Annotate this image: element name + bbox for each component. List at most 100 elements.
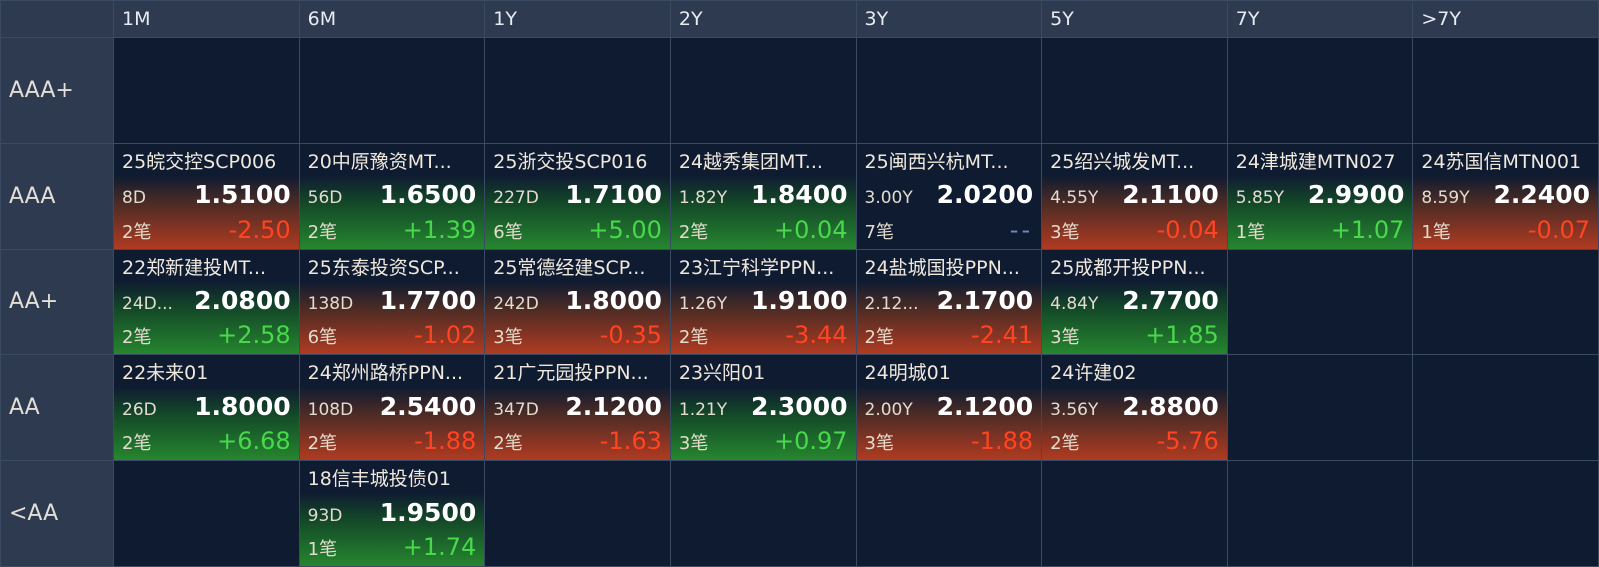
- bond-stats-line: 2笔 -2.41: [865, 321, 1034, 349]
- bond-card[interactable]: 25闽西兴杭MT... 3.00Y 2.0200 7笔 --: [856, 143, 1042, 249]
- bond-card[interactable]: 23江宁科学PPN... 1.26Y 1.9100 2笔 -3.44: [670, 249, 856, 355]
- bond-name: 25浙交投SCP016: [493, 150, 648, 173]
- bond-stats-line: 7笔 --: [865, 216, 1034, 244]
- bond-term: 24D...: [122, 293, 173, 314]
- matrix-cell[interactable]: 25绍兴城发MT... 4.55Y 2.1100 3笔 -0.04: [1042, 143, 1227, 249]
- bond-card[interactable]: 24明城01 2.00Y 2.1200 3笔 -1.88: [856, 355, 1042, 461]
- bond-card[interactable]: 25皖交控SCP006 8D 1.5100 2笔 -2.50: [114, 143, 299, 249]
- trade-count: 2笔: [307, 433, 338, 455]
- bond-price-line: 26D 1.8000: [122, 392, 291, 421]
- bond-card[interactable]: 24津城建MTN027 5.85Y 2.9900 1笔 +1.07: [1227, 143, 1413, 249]
- yield-change: -0.07: [1527, 215, 1590, 244]
- trade-count: 2笔: [864, 327, 894, 349]
- bond-card[interactable]: 24郑州路桥PPN... 108D 2.5400 2笔 -1.88: [299, 355, 485, 461]
- matrix-cell: [1227, 249, 1413, 355]
- trade-count: 3笔: [1050, 221, 1080, 243]
- row-header-4[interactable]: <AA: [1, 461, 113, 566]
- bond-card[interactable]: 21广元园投PPN... 347D 2.1200 2笔 -1.63: [485, 355, 670, 461]
- bond-term: 8D: [122, 188, 146, 209]
- yield-change: +0.04: [773, 215, 848, 244]
- bond-stats-line: 3笔 -0.04: [1050, 216, 1219, 244]
- bond-card[interactable]: 25东泰投资SCP... 138D 1.7700 6笔 -1.02: [299, 249, 485, 355]
- matrix-cell: [670, 461, 856, 566]
- bond-price-line: 2.12... 2.1700: [865, 286, 1034, 315]
- yield-change: -1.88: [414, 427, 477, 456]
- bond-term: 8.59Y: [1421, 188, 1470, 209]
- matrix-cell[interactable]: 22未来01 26D 1.8000 2笔 +6.68: [114, 355, 299, 461]
- matrix-cell[interactable]: 24郑州路桥PPN... 108D 2.5400 2笔 -1.88: [299, 355, 485, 461]
- row-header-2[interactable]: AA+: [1, 249, 113, 355]
- matrix-cell[interactable]: 25皖交控SCP006 8D 1.5100 2笔 -2.50: [114, 143, 299, 249]
- bond-name: 25常德经建SCP...: [493, 256, 646, 279]
- bond-yield: 1.5100: [194, 180, 291, 210]
- row-header-0[interactable]: AAA+: [1, 38, 113, 143]
- matrix-cell[interactable]: 24许建02 3.56Y 2.8800 2笔 -5.76: [1042, 355, 1227, 461]
- bond-card[interactable]: 24许建02 3.56Y 2.8800 2笔 -5.76: [1042, 355, 1227, 461]
- bond-price-line: 5.85Y 2.9900: [1236, 180, 1405, 209]
- matrix-cell[interactable]: 25成都开投PPN... 4.84Y 2.7700 3笔 +1.85: [1042, 249, 1227, 355]
- column-header-2[interactable]: 1Y: [485, 1, 670, 37]
- trade-count: 2笔: [678, 221, 709, 243]
- matrix-cell[interactable]: 25东泰投资SCP... 138D 1.7700 6笔 -1.02: [299, 249, 485, 355]
- matrix-cell[interactable]: 25闽西兴杭MT... 3.00Y 2.0200 7笔 --: [856, 143, 1042, 249]
- bond-term: 108D: [307, 399, 354, 420]
- bond-name: 25成都开投PPN...: [1050, 256, 1206, 279]
- row-header-3[interactable]: AA: [1, 355, 113, 461]
- bond-card[interactable]: 22郑新建投MT... 24D... 2.0800 2笔 +2.58: [114, 249, 299, 355]
- matrix-cell[interactable]: 21广元园投PPN... 347D 2.1200 2笔 -1.63: [485, 355, 670, 461]
- trade-count: 2笔: [307, 221, 338, 243]
- trade-count: 2笔: [1050, 433, 1080, 455]
- matrix-cell: [856, 461, 1042, 566]
- column-header-1[interactable]: 6M: [299, 1, 485, 37]
- bond-price-line: 1.82Y 1.8400: [679, 180, 848, 209]
- matrix-cell[interactable]: 22郑新建投MT... 24D... 2.0800 2笔 +2.58: [114, 249, 299, 355]
- yield-change: +2.58: [217, 321, 291, 350]
- matrix-cell[interactable]: 24盐城国投PPN... 2.12... 2.1700 2笔 -2.41: [856, 249, 1042, 355]
- matrix-cell[interactable]: 25浙交投SCP016 227D 1.7100 6笔 +5.00: [485, 143, 670, 249]
- matrix-cell[interactable]: 20中原豫资MT... 56D 1.6500 2笔 +1.39: [299, 143, 485, 249]
- bond-name: 22未来01: [122, 362, 209, 385]
- column-header-7[interactable]: >7Y: [1413, 1, 1598, 37]
- matrix-cell[interactable]: 23兴阳01 1.21Y 2.3000 3笔 +0.97: [670, 355, 856, 461]
- bond-card[interactable]: 25绍兴城发MT... 4.55Y 2.1100 3笔 -0.04: [1042, 143, 1227, 249]
- bond-card[interactable]: 18信丰城投债01 93D 1.9500 1笔 +1.74: [299, 461, 485, 566]
- bond-card[interactable]: 24苏国信MTN001 8.59Y 2.2400 1笔 -0.07: [1413, 143, 1598, 249]
- bond-stats-line: 1笔 +1.74: [308, 533, 477, 561]
- matrix-cell[interactable]: 24津城建MTN027 5.85Y 2.9900 1笔 +1.07: [1227, 143, 1413, 249]
- bond-stats-line: 2笔 -5.76: [1050, 427, 1219, 455]
- row-header-1[interactable]: AAA: [1, 143, 113, 249]
- bond-yield: 2.9900: [1307, 180, 1405, 210]
- bond-name: 24苏国信MTN001: [1421, 150, 1582, 173]
- column-header-4[interactable]: 3Y: [856, 1, 1042, 37]
- bond-term: 2.12...: [864, 293, 919, 314]
- matrix-cell[interactable]: 24越秀集团MT... 1.82Y 1.8400 2笔 +0.04: [670, 143, 856, 249]
- bond-yield: 2.0800: [194, 285, 291, 315]
- bond-card[interactable]: 22未来01 26D 1.8000 2笔 +6.68: [114, 355, 299, 461]
- matrix-cell[interactable]: 25常德经建SCP... 242D 1.8000 3笔 -0.35: [485, 249, 670, 355]
- trade-count: 1笔: [1421, 221, 1451, 243]
- bond-card[interactable]: 25浙交投SCP016 227D 1.7100 6笔 +5.00: [485, 143, 670, 249]
- bond-stats-line: 2笔 +6.68: [122, 427, 291, 455]
- matrix-cell[interactable]: 24苏国信MTN001 8.59Y 2.2400 1笔 -0.07: [1413, 143, 1598, 249]
- bond-card[interactable]: 25常德经建SCP... 242D 1.8000 3笔 -0.35: [485, 249, 670, 355]
- bond-yield: 1.9500: [379, 497, 477, 527]
- column-header-3[interactable]: 2Y: [670, 1, 856, 37]
- bond-price-line: 1.26Y 1.9100: [679, 286, 848, 315]
- bond-stats-line: 2笔 -1.63: [493, 427, 662, 455]
- column-header-5[interactable]: 5Y: [1042, 1, 1227, 37]
- bond-stats-line: 1笔 +1.07: [1236, 216, 1405, 244]
- column-header-0[interactable]: 1M: [114, 1, 299, 37]
- trade-count: 7笔: [864, 221, 894, 243]
- bond-card[interactable]: 20中原豫资MT... 56D 1.6500 2笔 +1.39: [299, 143, 485, 249]
- column-header-6[interactable]: 7Y: [1227, 1, 1413, 37]
- matrix-cell[interactable]: 24明城01 2.00Y 2.1200 3笔 -1.88: [856, 355, 1042, 461]
- bond-card[interactable]: 25成都开投PPN... 4.84Y 2.7700 3笔 +1.85: [1042, 249, 1227, 355]
- trade-count: 2笔: [122, 327, 152, 349]
- bond-card[interactable]: 24越秀集团MT... 1.82Y 1.8400 2笔 +0.04: [670, 143, 856, 249]
- bond-card[interactable]: 24盐城国投PPN... 2.12... 2.1700 2笔 -2.41: [856, 249, 1042, 355]
- matrix-cell[interactable]: 18信丰城投债01 93D 1.9500 1笔 +1.74: [299, 461, 485, 566]
- bond-card[interactable]: 23兴阳01 1.21Y 2.3000 3笔 +0.97: [670, 355, 856, 461]
- matrix-cell[interactable]: 23江宁科学PPN... 1.26Y 1.9100 2笔 -3.44: [670, 249, 856, 355]
- bond-name: 23兴阳01: [678, 362, 766, 385]
- bond-yield: 1.8400: [751, 180, 848, 210]
